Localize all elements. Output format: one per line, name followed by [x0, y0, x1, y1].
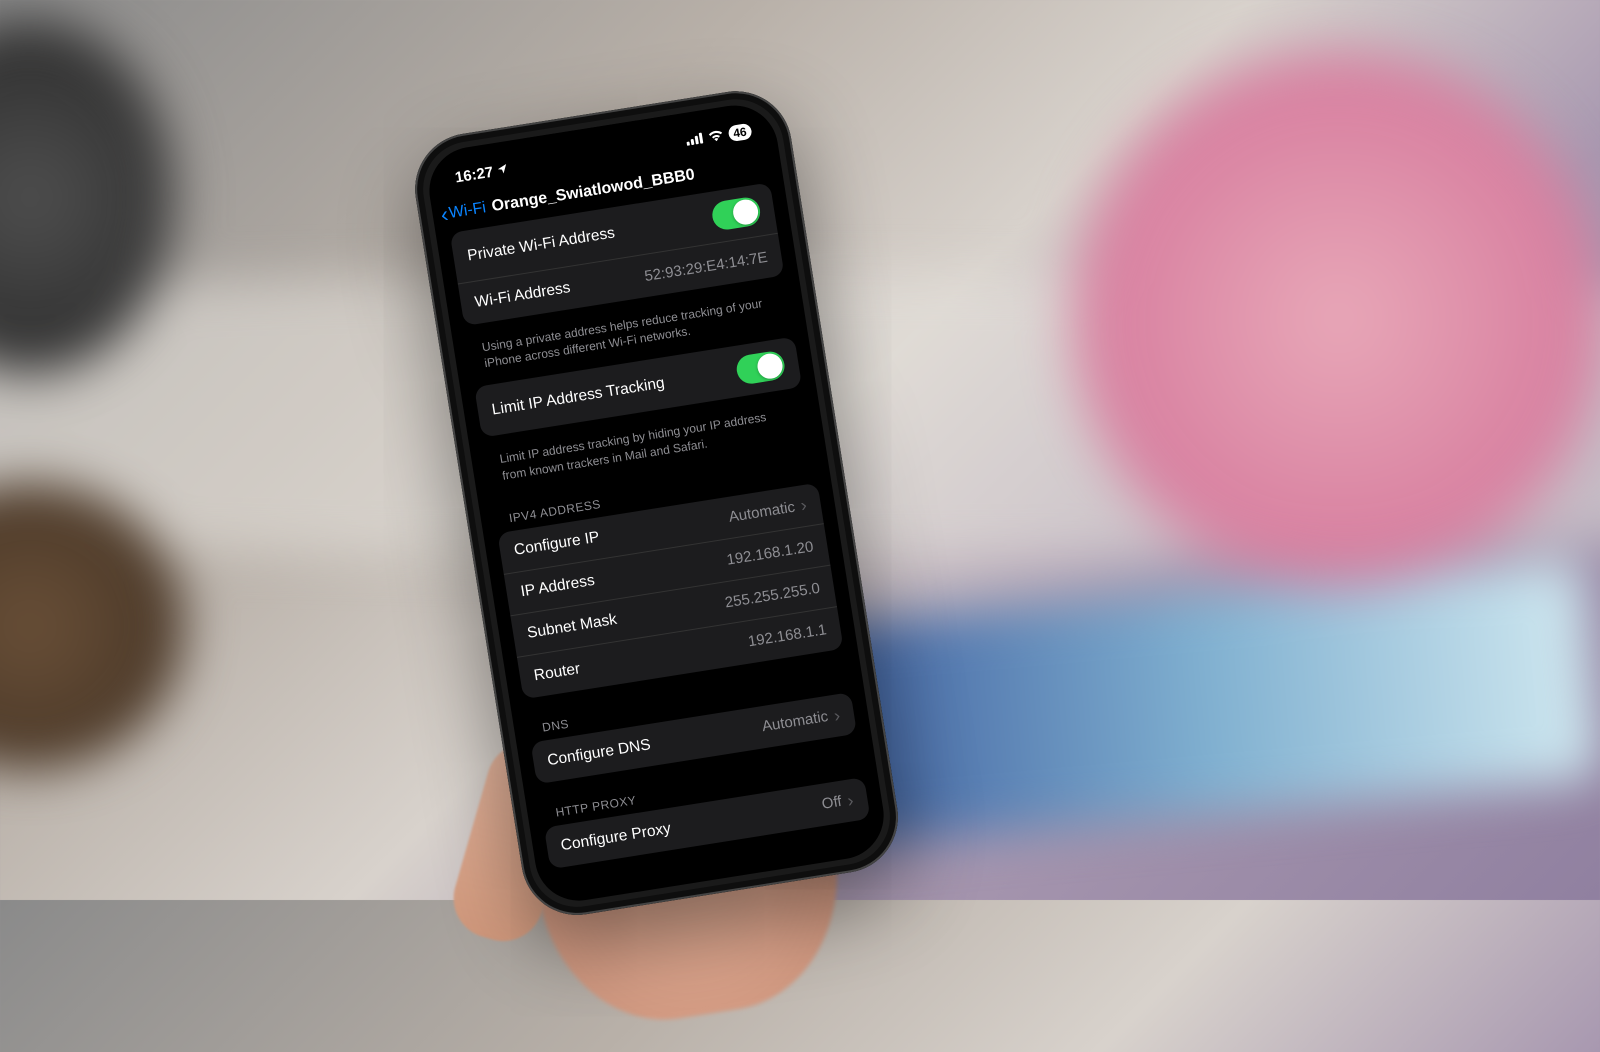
wifi-icon [706, 127, 724, 146]
row-value: Automatic [761, 708, 830, 735]
row-label: Private Wi-Fi Address [466, 224, 616, 265]
row-label: IP Address [519, 572, 596, 601]
row-value: Off [821, 793, 843, 813]
phone-screen: 16:27 46 ‹ [423, 99, 890, 907]
row-label: Wi-Fi Address [474, 279, 572, 312]
row-value: 192.168.1.1 [747, 621, 828, 650]
settings-content: Private Wi-Fi Address Wi-Fi Address 52:9… [436, 180, 889, 901]
row-value: 192.168.1.20 [725, 538, 814, 568]
toggle-limit-ip-tracking[interactable] [735, 350, 787, 386]
toggle-private-wifi[interactable] [710, 195, 762, 231]
back-button[interactable]: ‹ Wi-Fi [439, 197, 488, 226]
chevron-right-icon: › [833, 706, 842, 725]
chevron-right-icon: › [799, 496, 808, 515]
row-label: Configure Proxy [560, 820, 673, 855]
row-label: Configure IP [513, 529, 601, 560]
row-label: Subnet Mask [526, 611, 618, 643]
row-value: Automatic [728, 498, 797, 525]
row-value: 52:93:29:E4:14:7E [643, 248, 768, 284]
back-label: Wi-Fi [448, 199, 488, 223]
row-value: 255.255.255.0 [724, 579, 821, 611]
battery-indicator: 46 [727, 123, 753, 142]
cellular-icon [685, 130, 704, 149]
chevron-right-icon: › [846, 791, 855, 810]
location-icon [496, 161, 511, 180]
row-label: Configure DNS [546, 736, 652, 770]
row-label: Router [533, 660, 582, 685]
phone-frame: 16:27 46 ‹ [407, 83, 906, 923]
row-label: Limit IP Address Tracking [491, 374, 666, 419]
status-time: 16:27 [454, 163, 495, 186]
